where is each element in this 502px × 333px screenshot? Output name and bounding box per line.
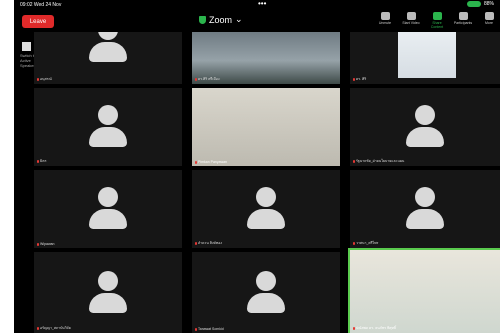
more-dots-icon[interactable]: ••• [258, 0, 266, 8]
more-icon [484, 12, 494, 20]
participant-name: Wipawan [40, 242, 55, 246]
more-button[interactable]: More [478, 12, 500, 29]
video-tile[interactable]: ปณัสพล ดร. ธนภัทร พิสุทธิ์ [348, 248, 500, 333]
avatar-icon [88, 32, 128, 64]
avatar-icon [88, 105, 128, 149]
participant-name: มิตร [40, 159, 47, 163]
video-tile[interactable]: อรัญญา_สถาบันวิจัย [34, 252, 182, 333]
avatar-icon [88, 270, 128, 315]
participant-name: ปณัสพล ดร. ธนภัทร พิสุทธิ์ [356, 326, 397, 330]
active-speaker-icon [22, 42, 31, 51]
chevron-down-icon: ⌄ [235, 14, 243, 24]
video-tile[interactable]: รัฐนาถชัย_ฝ่ายนโยบายและแผน [350, 88, 500, 166]
muted-mic-icon [353, 77, 355, 81]
video-grid: อนุสรณ์ ดร.ศิริ ศรีเมือง ดร. ศิริ มิตร P… [34, 32, 500, 333]
avatar-icon [405, 105, 445, 149]
status-right: 88% [466, 1, 494, 7]
avatar-icon [88, 187, 128, 231]
muted-mic-icon [195, 77, 197, 81]
muted-mic-icon [353, 159, 355, 163]
participant-name: อรัญญา_สถาบันวิจัย [40, 326, 71, 330]
toolbar: Unmute Start Video Share Content Partici… [374, 12, 500, 29]
status-bar: 09:02 Wed 24 Nov ••• 88% [14, 0, 500, 10]
recording-pill-icon [466, 1, 481, 7]
status-time: 09:02 Wed 24 Nov [20, 2, 62, 8]
avatar-icon [246, 270, 286, 315]
zoom-screen: 09:02 Wed 24 Nov ••• 88% Leave Zoom ⌄ Un… [14, 0, 500, 333]
participants-button[interactable]: Participants [452, 12, 474, 29]
leave-button[interactable]: Leave [22, 15, 54, 28]
participant-name: รัฐนาถชัย_ฝ่ายนโยบายและแผน [356, 159, 405, 163]
participant-photo [398, 32, 456, 78]
participants-icon [458, 12, 468, 20]
share-content-button[interactable]: Share Content [426, 12, 448, 29]
muted-mic-icon [195, 241, 197, 245]
participant-name: ดร.ศิริ ศรีเมือง [198, 77, 220, 81]
unmute-button[interactable]: Unmute [374, 12, 396, 29]
video-icon [406, 12, 416, 20]
video-tile[interactable]: Pimkan Panyawan [192, 88, 340, 166]
avatar-icon [405, 187, 445, 231]
meeting-title[interactable]: Zoom ⌄ [199, 14, 243, 25]
muted-mic-icon [37, 242, 39, 246]
video-tile[interactable]: ลำดวน สิงห์ทอง [192, 170, 340, 248]
video-tile[interactable]: ดร. ศิริ [350, 32, 500, 84]
video-tile[interactable]: ดร.ศิริ ศรีเมือง [192, 32, 340, 84]
share-icon [432, 12, 442, 20]
video-tile[interactable]: Tanawat Somkid [192, 252, 340, 333]
video-tile[interactable]: อนุสรณ์ [34, 32, 182, 84]
video-tile[interactable]: Wipawan [34, 170, 182, 248]
participant-name: อนุสรณ์ [40, 77, 52, 81]
muted-mic-icon [37, 159, 39, 163]
participant-name: ดร. ศิริ [356, 77, 367, 81]
battery-level: 88% [483, 1, 494, 7]
muted-mic-icon [195, 160, 197, 164]
muted-mic-icon [353, 241, 355, 245]
muted-mic-icon [37, 77, 39, 81]
video-tile[interactable]: วาสนา_ศรีไพร [350, 170, 500, 248]
participant-name: Tanawat Somkid [198, 327, 224, 331]
meeting-title-text: Zoom [209, 14, 233, 25]
video-tile[interactable]: มิตร [34, 88, 182, 166]
shield-icon [199, 15, 206, 24]
participant-name: ลำดวน สิงห์ทอง [198, 241, 222, 245]
avatar-icon [246, 187, 286, 231]
muted-mic-icon [353, 326, 355, 330]
start-video-button[interactable]: Start Video [400, 12, 422, 29]
participant-name: Pimkan Panyawan [198, 160, 227, 164]
muted-mic-icon [195, 327, 197, 331]
microphone-icon [380, 12, 390, 20]
muted-mic-icon [37, 326, 39, 330]
participant-name: วาสนา_ศรีไพร [356, 241, 379, 245]
